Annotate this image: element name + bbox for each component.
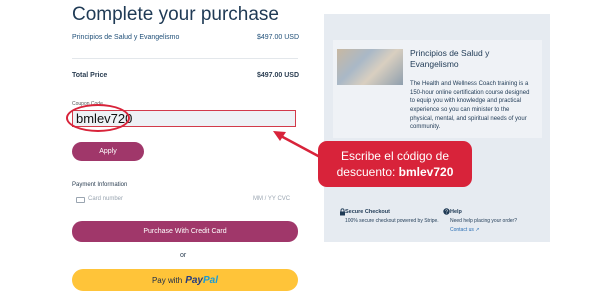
course-description: The Health and Wellness Coach training i…	[410, 81, 530, 131]
card-number-placeholder: Card number	[88, 196, 124, 202]
annotation-arrow	[273, 131, 322, 159]
order-item-price: $497.00 USD	[257, 34, 300, 41]
external-link-icon: ↗	[473, 227, 480, 233]
help-text: Need help placing your order?	[450, 218, 517, 224]
callout-prefix: descuento:	[336, 165, 399, 179]
total-value: $497.00 USD	[257, 72, 300, 79]
paypal-logo: PayPal	[185, 275, 218, 286]
or-separator: or	[180, 252, 187, 259]
payment-section-label: Payment Information	[72, 182, 128, 188]
page-title: Complete your purchase	[72, 4, 279, 25]
callout-line-1: Escribe el código de	[340, 148, 450, 163]
secure-checkout-text: 100% secure checkout powered by Stripe.	[345, 218, 439, 224]
course-image	[337, 49, 403, 85]
credit-card-icon	[76, 197, 85, 203]
contact-us-label: Contact us	[450, 227, 474, 233]
expiry-cvc-placeholder[interactable]: MM / YY CVC	[253, 196, 290, 202]
apply-button-label: Apply	[99, 148, 117, 155]
paypal-prefix: Pay with	[151, 275, 183, 285]
divider	[72, 58, 298, 59]
course-title: Principios de Salud y Evangelismo	[410, 48, 490, 69]
callout-code: bmlev720	[398, 165, 454, 179]
apply-coupon-button[interactable]: Apply	[72, 142, 144, 161]
secure-checkout-title: Secure Checkout	[345, 209, 390, 215]
highlight-ellipse	[66, 104, 130, 132]
total-label: Total Price	[72, 72, 108, 79]
help-icon: ?	[443, 208, 450, 215]
purchase-credit-card-button[interactable]: Purchase With Credit Card	[72, 221, 298, 242]
paypal-logo-pal: Pal	[203, 274, 219, 286]
paypal-logo-pay: Pay	[185, 274, 203, 286]
contact-us-link[interactable]: Contact us ↗	[450, 227, 480, 233]
callout-line-2: descuento: bmlev720	[318, 164, 472, 180]
purchase-button-label: Purchase With Credit Card	[143, 228, 227, 235]
instruction-callout: Escribe el código de descuento: bmlev720	[318, 141, 472, 187]
help-title: Help	[450, 209, 462, 215]
order-item-name: Principios de Salud y Evangelismo	[72, 34, 180, 41]
svg-text:?: ?	[445, 210, 448, 215]
paypal-button[interactable]: Pay with PayPal	[72, 269, 298, 291]
